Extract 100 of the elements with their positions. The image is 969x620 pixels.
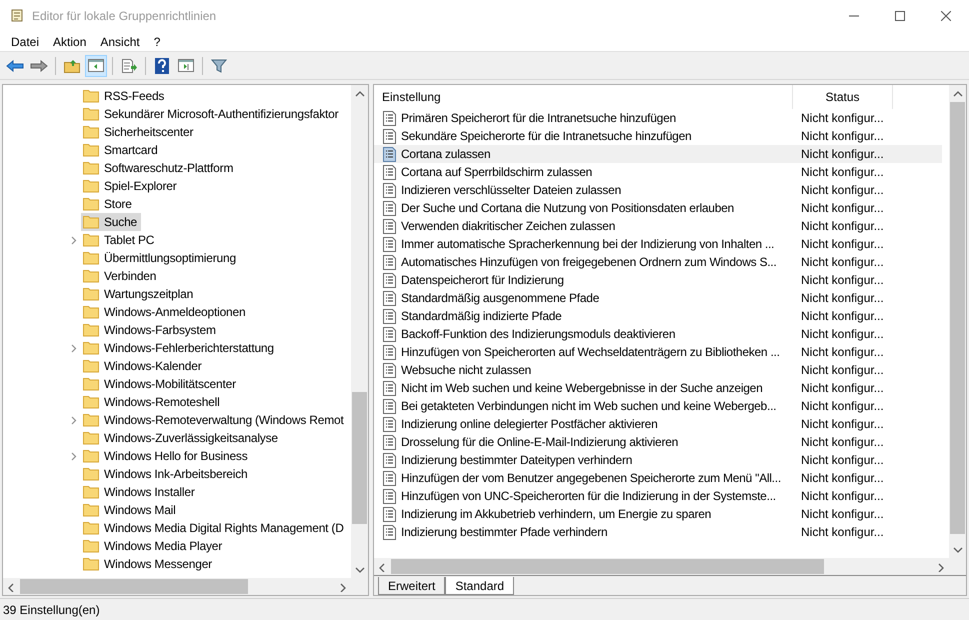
view-tab[interactable]: Erweitert <box>378 577 446 595</box>
vertical-scrollbar[interactable] <box>949 85 966 558</box>
folder-icon <box>83 449 99 463</box>
tree-item[interactable]: Windows-Zuverlässigkeitsanalyse <box>81 429 282 447</box>
menu-item[interactable]: Datei <box>4 32 46 50</box>
setting-row[interactable]: Der Suche und Cortana die Nutzung von Positionsdaten erlauben Nicht konfigur... <box>374 199 942 217</box>
status-cell-text: Nicht konfigur... <box>800 236 884 253</box>
tree-item[interactable]: Windows Media Player <box>81 537 226 555</box>
document-icon <box>383 470 396 486</box>
tree-item[interactable]: Store <box>81 195 136 213</box>
setting-row[interactable]: Verwenden diakritischer Zeichen zulassen Nicht konfigur... <box>374 217 942 235</box>
setting-row[interactable]: Primären Speicherort für die Intranetsuche hinzufügen Nicht konfigur... <box>374 109 942 127</box>
document-icon <box>383 290 396 306</box>
setting-row[interactable]: Indizieren verschlüsselter Dateien zulassen Nicht konfigur... <box>374 181 942 199</box>
tree-item[interactable]: Tablet PC <box>81 231 158 249</box>
tree-item[interactable]: Sekundärer Microsoft-Authentifizierungsfaktor <box>81 105 342 123</box>
view-tab[interactable]: Standard <box>445 577 514 595</box>
setting-row[interactable]: Backoff-Funktion des Indizierungsmoduls deaktivieren Nicht konfigur... <box>374 325 942 343</box>
tree-item[interactable]: Spiel-Explorer <box>81 177 181 195</box>
setting-row[interactable]: Sekundäre Speicherorte für die Intranetsuche hinzufügen Nicht konfigur... <box>374 127 942 145</box>
setting-row[interactable]: Bei getakteten Verbindungen nicht im Web suchen und keine Webergeb... Nicht konfigur... <box>374 397 942 415</box>
setting-row[interactable]: Indizierung bestimmter Dateitypen verhindern Nicht konfigur... <box>374 451 942 469</box>
document-icon <box>383 164 396 180</box>
tree-item[interactable]: Suche <box>81 213 142 231</box>
status-cell-text: Nicht konfigur... <box>800 488 884 505</box>
tree-item[interactable]: Verbinden <box>81 267 160 285</box>
tree-item[interactable]: Sicherheitscenter <box>81 123 198 141</box>
tree-item[interactable]: Windows Media Digital Rights Management (D <box>81 519 348 537</box>
setting-row[interactable]: Automatisches Hinzufügen von freigegebenen Ordnern zum Windows S... Nicht konfigur... <box>374 253 942 271</box>
setting-row[interactable]: Hinzufügen der vom Benutzer angegebenen Speicherorte zum Menü "All... Nicht konfigur... <box>374 469 942 487</box>
document-icon <box>383 110 396 126</box>
tree-item[interactable]: Windows Messenger <box>81 555 216 573</box>
setting-row[interactable]: Cortana auf Sperrbildschirm zulassen Nicht konfigur... <box>374 163 942 181</box>
document-icon <box>383 326 396 342</box>
setting-row[interactable]: Datenspeicherort für Indizierung Nicht konfigur... <box>374 271 942 289</box>
setting-name: Datenspeicherort für Indizierung <box>401 272 564 289</box>
column-header[interactable]: Einstellung <box>374 85 793 109</box>
setting-row[interactable]: Indizierung im Akkubetrieb verhindern, um Energie zu sparen Nicht konfigur... <box>374 505 942 523</box>
status-cell-text: Nicht konfigur... <box>800 362 884 379</box>
tree-item[interactable]: Windows Installer <box>81 483 199 501</box>
scrollbar-thumb[interactable] <box>391 559 824 574</box>
tree-item[interactable]: Windows-Farbsystem <box>81 321 220 339</box>
tree-item[interactable]: Windows Mail <box>81 501 180 519</box>
setting-row[interactable]: Standardmäßig indizierte Pfade Nicht konfigur... <box>374 307 942 325</box>
tree-item[interactable]: Windows-Fehlerberichterstattung <box>81 339 278 357</box>
arrow-left-icon <box>6 60 24 72</box>
horizontal-scrollbar[interactable] <box>374 558 966 575</box>
scrollbar-thumb[interactable] <box>950 102 965 534</box>
show-pane-button[interactable] <box>85 54 107 76</box>
scrollbar-thumb[interactable] <box>352 392 367 524</box>
expand-chevron-icon[interactable] <box>71 236 77 244</box>
setting-name: Sekundäre Speicherorte für die Intranetsuche hinzufügen <box>401 128 692 145</box>
tree-item[interactable]: Windows-Remoteshell <box>81 393 224 411</box>
tree-item[interactable]: RSS-Feeds <box>81 87 168 105</box>
tree-item[interactable]: Windows-Kalender <box>81 357 206 375</box>
tree-item[interactable]: Übermittlungsoptimierung <box>81 249 240 267</box>
column-header[interactable]: Status <box>793 85 893 109</box>
menu-item[interactable]: Ansicht <box>93 32 147 50</box>
status-cell-text: Nicht konfigur... <box>800 524 884 541</box>
folder-icon <box>83 431 99 445</box>
scroll-down-icon[interactable] <box>354 564 366 574</box>
document-icon <box>383 146 396 162</box>
expand-chevron-icon[interactable] <box>71 416 77 424</box>
menu-item[interactable]: Aktion <box>46 32 94 50</box>
tree-item[interactable]: Windows-Remoteverwaltung (Windows Remot <box>81 411 348 429</box>
vertical-scrollbar[interactable] <box>351 85 368 578</box>
tree-item[interactable]: Softwareschutz-Plattform <box>81 159 238 177</box>
tree-item[interactable]: Windows Hello for Business <box>81 447 252 465</box>
horizontal-scrollbar[interactable] <box>3 578 368 595</box>
close-icon <box>941 11 951 21</box>
tree-item[interactable]: Wartungszeitplan <box>81 285 198 303</box>
setting-row[interactable]: Indizierung online delegierter Postfächer aktivieren Nicht konfigur... <box>374 415 942 433</box>
setting-row[interactable]: Indizierung bestimmter Pfade verhindern Nicht konfigur... <box>374 523 942 541</box>
setting-row[interactable]: Standardmäßig ausgenommene Pfade Nicht konfigur... <box>374 289 942 307</box>
setting-row[interactable]: Drosselung für die Online-E-Mail-Indizierung aktivieren Nicht konfigur... <box>374 433 942 451</box>
setting-row[interactable]: Websuche nicht zulassen Nicht konfigur... <box>374 361 942 379</box>
setting-row[interactable]: Hinzufügen von UNC-Speicherorten für die Indizierung in der Systemste... Nicht konfigur... <box>374 487 942 505</box>
tree-item[interactable]: Windows Ink-Arbeitsbereich <box>81 465 252 483</box>
document-arrow-icon <box>121 58 137 74</box>
document-icon <box>383 236 396 252</box>
scrollbar-thumb[interactable] <box>20 579 248 594</box>
tree-item[interactable]: Windows-Anmeldeoptionen <box>81 303 250 321</box>
tree-item[interactable]: Windows-Mobilitätscenter <box>81 375 240 393</box>
expand-chevron-icon[interactable] <box>71 344 77 352</box>
setting-name: Nicht im Web suchen und keine Webergebnisse in der Suche anzeigen <box>401 380 763 397</box>
document-icon <box>383 362 396 378</box>
menu-item[interactable]: ? <box>146 32 168 50</box>
setting-name: Indizieren verschlüsselter Dateien zulassen <box>401 182 622 199</box>
folder-icon <box>83 467 99 481</box>
setting-row[interactable]: Cortana zulassen Nicht konfigur... <box>374 145 942 163</box>
setting-row[interactable]: Hinzufügen von Speicherorten auf Wechseldatenträgern zu Bibliotheken ... Nicht konfigur... <box>374 343 942 361</box>
tree-item[interactable]: Smartcard <box>81 141 162 159</box>
expand-chevron-icon[interactable] <box>71 452 77 460</box>
scroll-down-icon[interactable] <box>952 544 964 554</box>
status-cell-text: Nicht konfigur... <box>800 164 884 181</box>
setting-row[interactable]: Nicht im Web suchen und keine Webergebnisse in der Suche anzeigen Nicht konfigur... <box>374 379 942 397</box>
folder-icon <box>83 413 99 427</box>
scroll-up-icon[interactable] <box>952 88 964 98</box>
scroll-up-icon[interactable] <box>354 88 366 98</box>
setting-row[interactable]: Immer automatische Spracherkennung bei der Indizierung von Inhalten ... Nicht konfigur... <box>374 235 942 253</box>
